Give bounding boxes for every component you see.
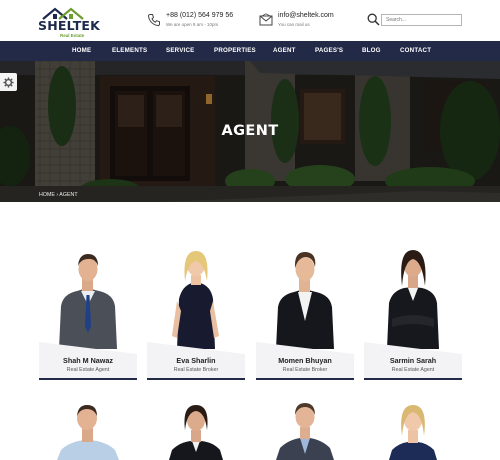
agent-name[interactable]: Eva Sharlin <box>147 356 245 365</box>
phone-contact: +88 (012) 564 979 56 We are open 9 am - … <box>147 12 242 30</box>
email-note: You can mail us <box>278 22 310 27</box>
top-header: SHELTEK Real Estate +88 (012) 564 979 56… <box>0 0 500 41</box>
agent-role: Real Estate Agent <box>391 367 435 373</box>
agent-role: Real Estate Broker <box>173 367 219 373</box>
gear-icon[interactable] <box>3 77 14 88</box>
card-underline <box>39 378 137 380</box>
email-contact: info@sheltek.com You can mail us <box>259 12 349 30</box>
agent-photo <box>256 400 354 460</box>
agent-card[interactable] <box>147 400 245 460</box>
nav-elements[interactable]: ELEMENTS <box>112 41 147 61</box>
email-address[interactable]: info@sheltek.com <box>278 12 334 19</box>
nav-contact[interactable]: CONTACT <box>400 41 431 61</box>
phone-icon <box>147 14 160 27</box>
opening-hours: We are open 9 am - 10pm <box>166 22 219 27</box>
phone-number: +88 (012) 564 979 56 <box>166 12 234 19</box>
logo[interactable]: SHELTEK Real Estate <box>38 6 100 38</box>
agent-name[interactable]: Shah M Nawaz <box>39 356 137 365</box>
nav-pages[interactable]: PAGES'S <box>315 41 343 61</box>
card-underline <box>256 378 354 380</box>
nav-properties[interactable]: PROPERTIES <box>214 41 256 61</box>
settings-tab[interactable] <box>0 73 17 91</box>
nav-home[interactable]: HOME <box>72 41 91 61</box>
brand-name: SHELTEK <box>38 18 101 33</box>
agent-photo <box>39 400 137 460</box>
agent-card[interactable] <box>256 400 354 460</box>
main-nav: HOME ELEMENTS SERVICE PROPERTIES AGENT P… <box>0 41 500 61</box>
nav-agent[interactable]: AGENT <box>273 41 296 61</box>
hero-banner: AGENT HOME › AGENT <box>0 61 500 202</box>
agent-name[interactable]: Momen Bhuyan <box>256 356 354 365</box>
brand-tagline: Real Estate <box>60 33 85 38</box>
agent-role: Real Estate Agent <box>66 367 110 373</box>
card-underline <box>147 378 245 380</box>
agent-name[interactable]: Sarmin Sarah <box>364 356 462 365</box>
page-title: AGENT <box>221 123 279 139</box>
search-icon[interactable] <box>367 13 380 26</box>
agent-photo <box>147 400 245 460</box>
nav-service[interactable]: SERVICE <box>166 41 194 61</box>
card-underline <box>364 378 462 380</box>
agent-photo <box>364 400 462 460</box>
agent-card[interactable] <box>39 400 137 460</box>
agent-card[interactable] <box>364 400 462 460</box>
nav-blog[interactable]: BLOG <box>362 41 381 61</box>
search-input[interactable] <box>381 14 462 26</box>
mail-icon <box>259 13 273 26</box>
agent-role: Real Estate Broker <box>282 367 328 373</box>
breadcrumb[interactable]: HOME › AGENT <box>39 192 78 198</box>
